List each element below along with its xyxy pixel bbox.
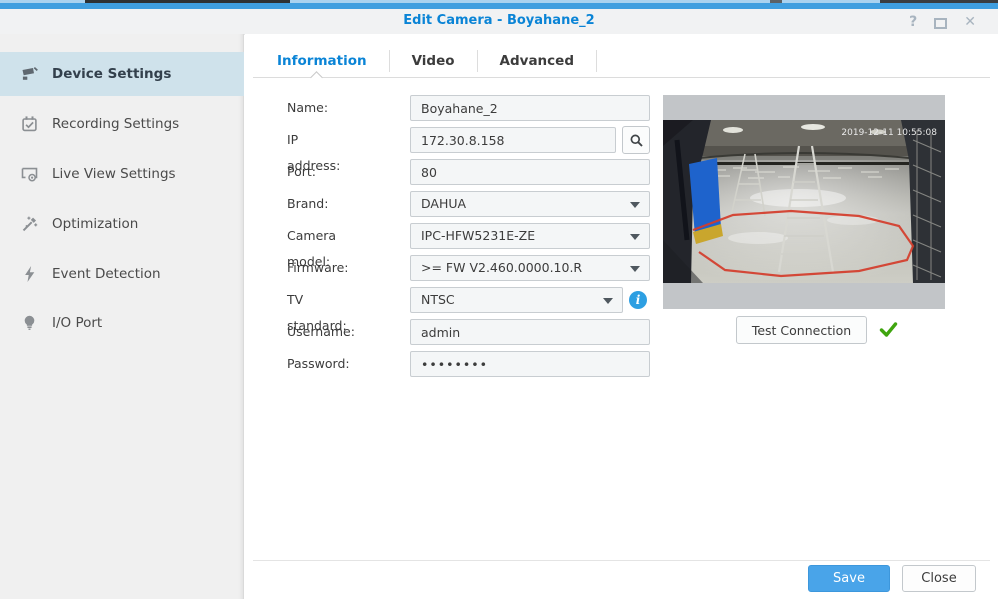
sidebar-item-label: Live View Settings <box>52 166 176 182</box>
username-label: Username: <box>287 319 355 345</box>
lightbulb-icon <box>20 314 39 332</box>
magic-wand-icon <box>20 215 39 233</box>
sidebar-item-label: I/O Port <box>52 315 102 331</box>
chevron-down-icon <box>603 298 613 309</box>
help-icon[interactable]: ? <box>909 14 917 30</box>
password-label: Password: <box>287 351 350 377</box>
footer-divider <box>253 560 990 561</box>
camera-timestamp: 2019-12-11 10:55:08 <box>841 128 937 138</box>
camera-preview-image: 2019-12-11 10:55:08 <box>663 120 945 283</box>
chevron-down-icon <box>630 234 640 245</box>
brand-label: Brand: <box>287 191 328 217</box>
tab-separator <box>596 50 597 72</box>
sidebar-item-recording-settings[interactable]: Recording Settings <box>0 102 244 146</box>
tv-standard-select-value: NTSC <box>421 292 455 307</box>
calendar-check-icon <box>20 115 39 133</box>
brand-select-value: DAHUA <box>421 196 466 211</box>
port-label: Port: <box>287 159 316 185</box>
search-camera-button[interactable] <box>622 126 650 154</box>
firmware-label: Firmware: <box>287 255 349 281</box>
monitor-camera-icon <box>20 165 39 183</box>
tab-information[interactable]: Information <box>255 53 389 69</box>
information-panel: Information Video Advanced Name: IP addr… <box>245 34 998 599</box>
sidebar-item-event-detection[interactable]: Event Detection <box>0 252 244 296</box>
dialog-titlebar: Edit Camera - Boyahane_2 ? ✕ <box>0 9 998 35</box>
chevron-down-icon <box>630 202 640 213</box>
name-input[interactable] <box>410 95 650 121</box>
tv-standard-select[interactable]: NTSC <box>410 287 623 313</box>
camera-model-select-value: IPC-HFW5231E-ZE <box>421 228 535 243</box>
tab-bar: Information Video Advanced <box>255 45 597 77</box>
sidebar-item-label: Optimization <box>52 216 138 232</box>
brand-select[interactable]: DAHUA <box>410 191 650 217</box>
cctv-camera-icon <box>20 65 39 83</box>
tab-video[interactable]: Video <box>390 53 477 69</box>
edit-camera-dialog: Edit Camera - Boyahane_2 ? ✕ Device Sett… <box>0 0 998 599</box>
settings-sidebar: Device Settings Recording Settings Live … <box>0 34 244 599</box>
close-button[interactable]: Close <box>902 565 976 592</box>
sidebar-item-live-view-settings[interactable]: Live View Settings <box>0 152 244 196</box>
sidebar-item-optimization[interactable]: Optimization <box>0 202 244 246</box>
ip-address-input[interactable] <box>410 127 616 153</box>
password-input[interactable] <box>410 351 650 377</box>
camera-preview-container: 2019-12-11 10:55:08 <box>663 95 945 309</box>
lightning-icon <box>20 265 39 283</box>
name-label: Name: <box>287 95 328 121</box>
tab-advanced[interactable]: Advanced <box>478 53 596 69</box>
port-input[interactable] <box>410 159 650 185</box>
chevron-down-icon <box>630 266 640 277</box>
sidebar-item-label: Device Settings <box>52 66 171 82</box>
connection-success-check-icon <box>879 321 898 338</box>
test-connection-button[interactable]: Test Connection <box>736 316 867 344</box>
sidebar-item-label: Event Detection <box>52 266 161 282</box>
camera-model-select[interactable]: IPC-HFW5231E-ZE <box>410 223 650 249</box>
firmware-select-value: >= FW V2.460.0000.10.R <box>421 260 582 275</box>
sidebar-item-io-port[interactable]: I/O Port <box>0 301 244 345</box>
tab-underline <box>253 77 990 78</box>
save-button[interactable]: Save <box>808 565 890 592</box>
username-input[interactable] <box>410 319 650 345</box>
dialog-title: Edit Camera - Boyahane_2 <box>0 13 998 28</box>
info-icon[interactable]: i <box>629 291 647 309</box>
sidebar-item-label: Recording Settings <box>52 116 179 132</box>
firmware-select[interactable]: >= FW V2.460.0000.10.R <box>410 255 650 281</box>
close-icon[interactable]: ✕ <box>964 14 976 30</box>
sidebar-item-device-settings[interactable]: Device Settings <box>0 52 244 96</box>
search-icon <box>629 133 644 148</box>
maximize-icon[interactable] <box>934 18 947 29</box>
